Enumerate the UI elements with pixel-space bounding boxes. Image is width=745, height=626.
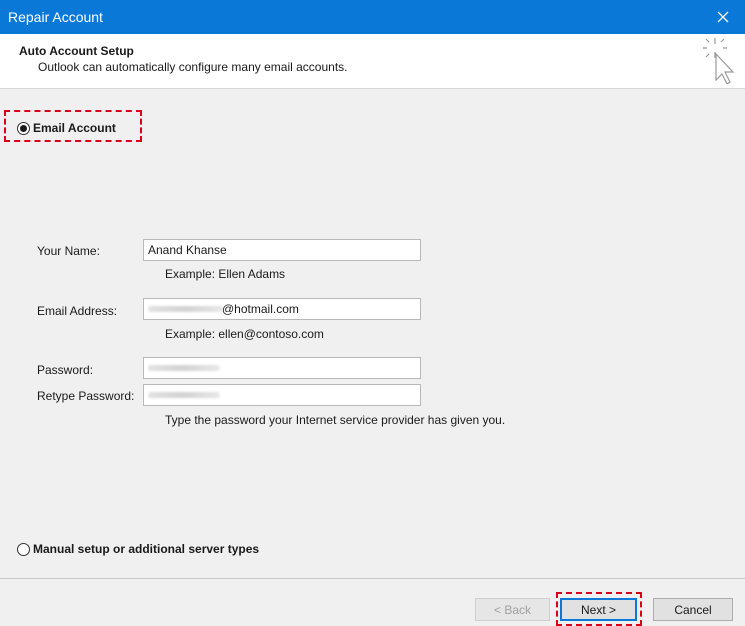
password-redaction [148,365,220,371]
title-bar: Repair Account [0,0,745,34]
email-account-label: Email Account [33,121,116,135]
password-hint: Type the password your Internet service … [165,413,506,427]
password-label: Password: [37,363,94,377]
email-input[interactable]: @hotmail.com [143,298,421,320]
back-button[interactable]: < Back [475,598,550,621]
retype-password-label: Retype Password: [37,389,135,403]
name-label: Your Name: [37,244,100,258]
header-title: Auto Account Setup [19,44,134,58]
email-value: @hotmail.com [222,302,299,316]
email-label: Email Address: [37,304,118,318]
window-title: Repair Account [8,9,103,25]
email-redaction [148,306,224,312]
name-input[interactable] [143,239,421,261]
wizard-header: Auto Account Setup Outlook can automatic… [0,34,745,89]
footer-divider [0,578,745,579]
retype-password-input[interactable] [143,384,421,406]
close-icon [717,11,729,23]
manual-setup-label: Manual setup or additional server types [33,542,260,556]
cursor-sparkle-icon [703,38,735,84]
email-account-radio[interactable] [17,121,30,135]
email-example: Example: ellen@contoso.com [165,327,324,341]
header-subtitle: Outlook can automatically configure many… [38,60,348,74]
name-example: Example: Ellen Adams [165,267,286,281]
email-account-option[interactable]: Email Account [17,121,116,135]
password-input[interactable] [143,357,421,379]
cancel-button[interactable]: Cancel [653,598,733,621]
manual-setup-option[interactable]: Manual setup or additional server types [17,542,259,556]
close-button[interactable] [701,0,745,34]
retype-password-redaction [148,392,220,398]
next-button[interactable]: Next > [560,598,637,621]
manual-setup-radio[interactable] [17,542,30,556]
